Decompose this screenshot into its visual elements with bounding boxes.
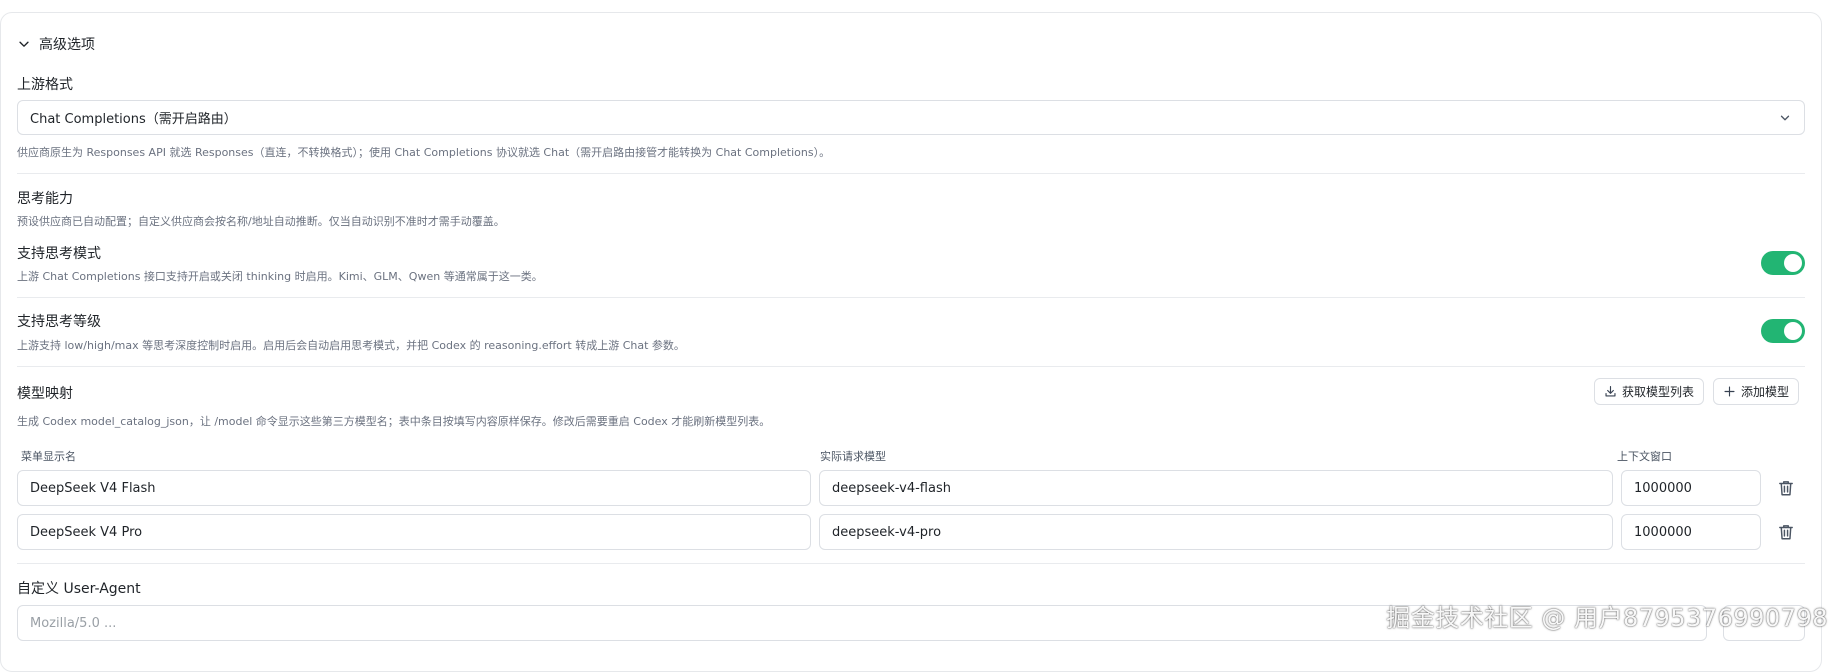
user-agent-label: 自定义 User-Agent [17, 581, 141, 597]
fetch-model-list-label: 获取模型列表 [1622, 385, 1695, 399]
column-header-display-name: 菜单显示名 [21, 450, 76, 463]
upstream-format-value: Chat Completions（需开启路由） [30, 112, 237, 127]
download-icon [1605, 386, 1616, 397]
model-mapping-label: 模型映射 [17, 386, 73, 402]
fetch-model-list-button[interactable]: 获取模型列表 [1594, 378, 1705, 405]
model-mapping-hint: 生成 Codex model_catalog_json，让 /model 命令显… [17, 415, 771, 428]
column-header-request-model: 实际请求模型 [820, 450, 886, 463]
model-display-name-input[interactable]: DeepSeek V4 Flash [17, 470, 811, 506]
upstream-format-select[interactable]: Chat Completions（需开启路由） [17, 100, 1805, 135]
toggle-knob [1784, 254, 1802, 272]
context-window-input[interactable]: 1000000 [1621, 470, 1761, 506]
divider [17, 366, 1805, 367]
thinking-level-toggle[interactable] [1761, 319, 1805, 343]
thinking-mode-hint: 上游 Chat Completions 接口支持开启或关闭 thinking 时… [17, 270, 543, 283]
context-window-input[interactable]: 1000000 [1621, 514, 1761, 550]
toggle-knob [1784, 322, 1802, 340]
model-request-input[interactable]: deepseek-v4-flash [819, 470, 1613, 506]
thinking-mode-toggle[interactable] [1761, 251, 1805, 275]
column-header-context-window: 上下文窗口 [1617, 450, 1672, 463]
upstream-format-label: 上游格式 [17, 77, 73, 93]
advanced-options-toggle[interactable]: 高级选项 [17, 34, 95, 54]
thinking-hint: 预设供应商已自动配置；自定义供应商会按名称/地址自动推断。仅当自动识别不准时才需… [17, 215, 505, 228]
chevron-down-icon [19, 41, 29, 47]
thinking-level-label: 支持思考等级 [17, 314, 101, 330]
divider [17, 173, 1805, 174]
thinking-level-hint: 上游支持 low/high/max 等思考深度控制时启用。启用后会自动启用思考模… [17, 339, 685, 352]
watermark: 掘金技术社区 @ 用户8795376990798 [1386, 604, 1828, 632]
add-model-label: 添加模型 [1741, 385, 1790, 399]
divider [17, 297, 1805, 298]
divider [17, 563, 1805, 564]
model-display-name-input[interactable]: DeepSeek V4 Pro [17, 514, 811, 550]
trash-icon[interactable] [1777, 479, 1795, 497]
model-request-input[interactable]: deepseek-v4-pro [819, 514, 1613, 550]
trash-icon[interactable] [1777, 523, 1795, 541]
section-title: 高级选项 [39, 37, 95, 53]
upstream-format-hint: 供应商原生为 Responses API 就选 Responses（直连，不转换… [17, 146, 831, 159]
plus-icon [1724, 386, 1735, 397]
add-model-button[interactable]: 添加模型 [1713, 378, 1800, 405]
thinking-mode-label: 支持思考模式 [17, 246, 101, 262]
thinking-label: 思考能力 [17, 191, 73, 207]
chevron-down-icon [1780, 115, 1790, 121]
